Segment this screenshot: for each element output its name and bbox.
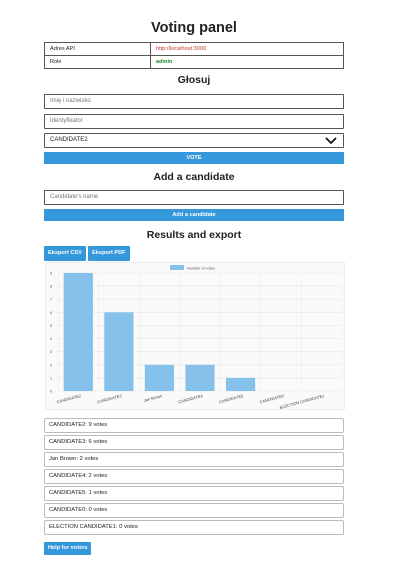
y-tick-label: 0: [50, 390, 52, 394]
voting-panel: Voting panel Adres API http://localhost:…: [44, 0, 344, 69]
result-item: CANDIDATE0: 0 votes: [44, 503, 344, 518]
y-tick-label: 7: [50, 298, 52, 302]
legend-swatch: [170, 265, 184, 270]
results-chart: 0 1 2 3 4 5 6 7 8 9 CANDIDATE2 CANDIDATE3 Jan Brown C…: [45, 262, 345, 410]
x-tick-label: CANDIDATE5: [218, 393, 244, 405]
page-title: Voting panel: [151, 20, 237, 36]
y-tick-label: 3: [50, 350, 52, 354]
vote-heading: Głosuj: [177, 74, 211, 86]
chevron-down-icon: [325, 137, 337, 145]
legend-label: Number of votes: [187, 267, 215, 271]
y-tick-label: 6: [50, 311, 52, 315]
candidate-select[interactable]: CANDIDATE2: [44, 133, 344, 148]
api-label: Adres API: [44, 42, 151, 56]
add-candidate-button[interactable]: Add a candidate: [44, 209, 344, 221]
api-value: http://localhost:3000: [150, 42, 344, 56]
y-tick-label: 5: [50, 324, 52, 328]
chart-bar: [144, 364, 175, 391]
chart-bar: [185, 364, 215, 391]
role-value: admin: [150, 55, 344, 69]
export-csv-button[interactable]: Eksport CSV: [44, 246, 86, 261]
candidate-select-value: CANDIDATE2: [50, 137, 88, 143]
info-table: Adres API http://localhost:3000 Role adm…: [44, 42, 344, 69]
chart-bar: [63, 273, 93, 391]
x-tick-label: CANDIDATE2: [56, 393, 82, 405]
x-tick-label: Jan Brown: [143, 393, 163, 403]
info-row-role: Role admin: [44, 55, 344, 69]
y-tick-label: 2: [50, 363, 52, 367]
export-pdf-button[interactable]: Eksport PDF: [88, 246, 130, 261]
identifier-input[interactable]: Identyfikator: [44, 114, 344, 129]
help-button[interactable]: Help for voters: [44, 542, 92, 555]
name-input[interactable]: Imię i nazwisko: [44, 94, 344, 109]
result-item: ELECTION CANDIDATE1: 0 votes: [44, 520, 344, 535]
x-tick-label: CANDIDATE4: [178, 393, 204, 405]
results-heading: Results and export: [146, 229, 242, 241]
result-item: CANDIDATE3: 6 votes: [44, 435, 344, 450]
results-bar-chart: 0 1 2 3 4 5 6 7 8 9 CANDIDATE2 CANDIDATE3 Jan Brown C…: [50, 265, 343, 410]
result-item: CANDIDATE5: 1 votes: [44, 486, 344, 501]
candidate-name-input[interactable]: Candidate's name: [44, 190, 344, 205]
y-tick-label: 8: [50, 285, 52, 289]
info-row-api: Adres API http://localhost:3000: [44, 42, 344, 56]
result-item: CANDIDATE2: 9 votes: [44, 418, 344, 433]
x-tick-label: ELECTION CANDIDATE1: [279, 393, 326, 410]
y-tick-label: 1: [50, 376, 52, 380]
result-item: CANDIDATE4: 2 votes: [44, 469, 344, 484]
result-item: Jan Brown: 2 votes: [44, 452, 344, 467]
x-tick-label: CANDIDATE0: [259, 393, 285, 405]
x-tick-label: CANDIDATE3: [97, 393, 123, 405]
chart-bar: [225, 377, 256, 391]
role-label: Role: [44, 55, 151, 69]
add-candidate-heading: Add a candidate: [153, 171, 235, 183]
chart-bar: [104, 312, 134, 391]
y-tick-label: 9: [50, 272, 52, 276]
y-tick-label: 4: [50, 337, 52, 341]
vote-button[interactable]: VOTE: [44, 152, 344, 164]
